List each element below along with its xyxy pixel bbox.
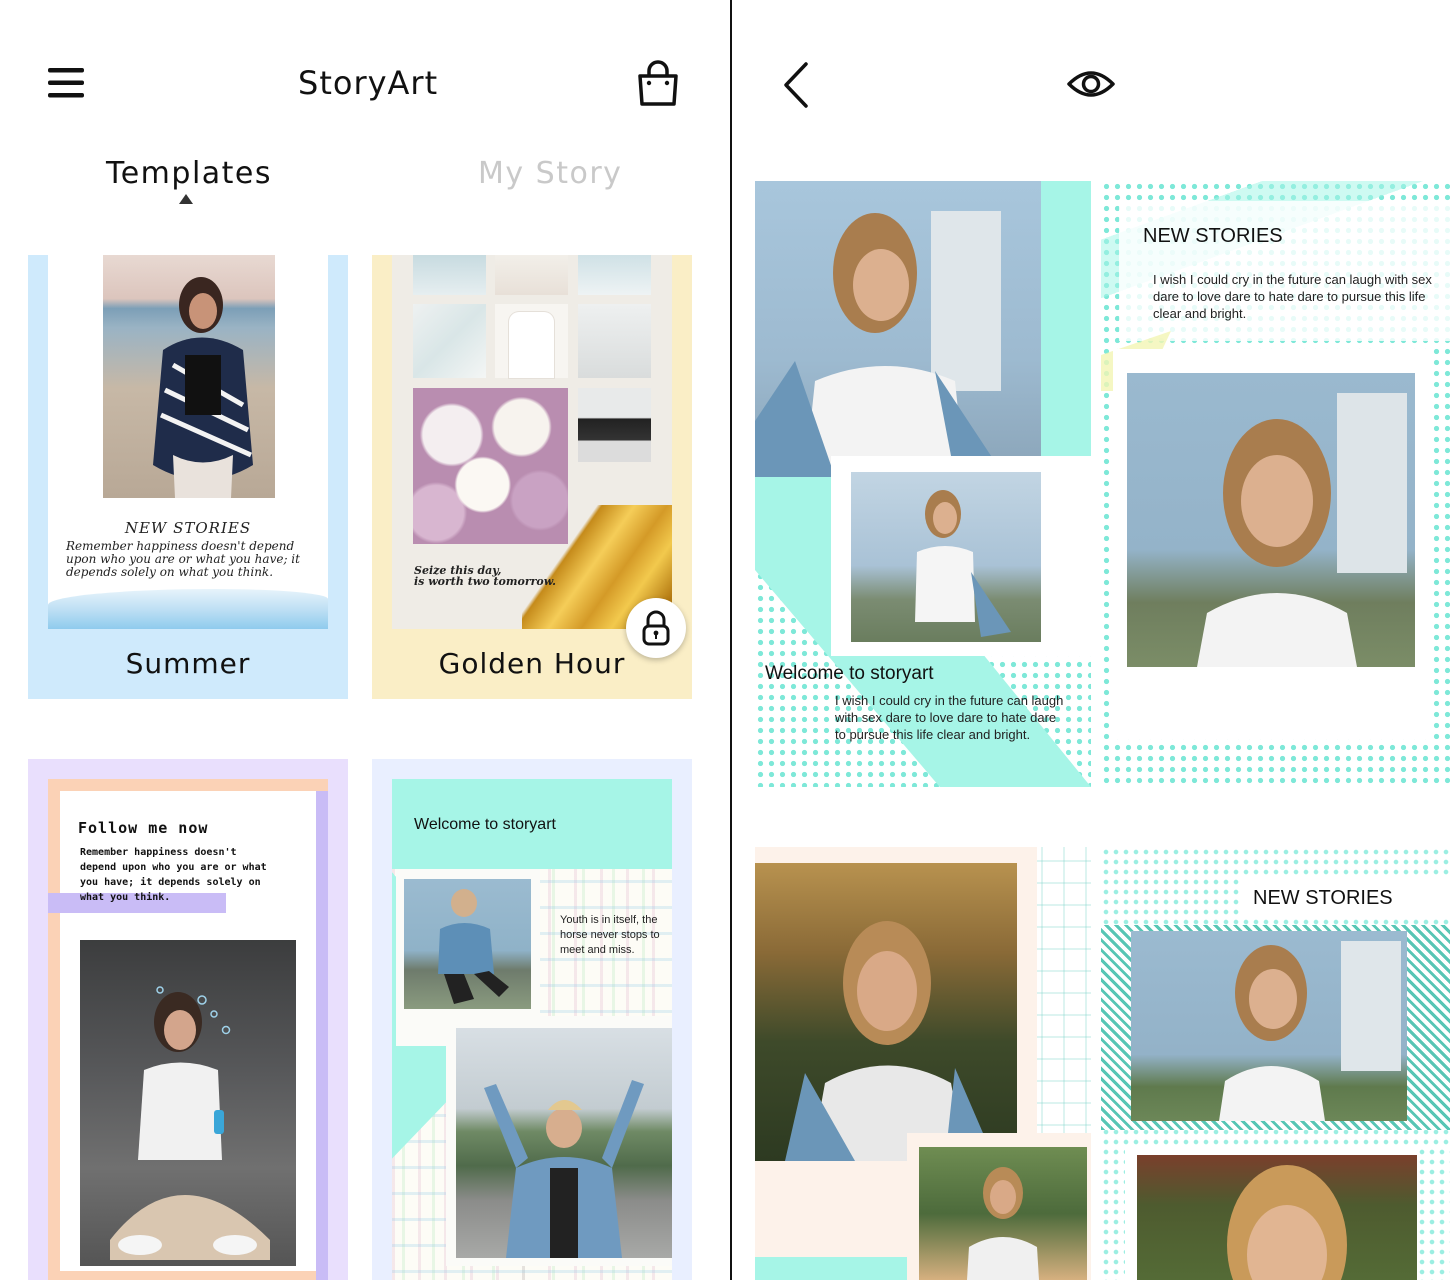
lock-icon[interactable] xyxy=(626,598,686,658)
preview-panel: Follow me now Remember happiness doesn't… xyxy=(48,791,316,1271)
grid-photo-3 xyxy=(578,255,651,295)
preview-card-new-stories-2[interactable]: NEW STORIES xyxy=(1101,847,1450,1280)
beach-woman-photo xyxy=(103,255,275,498)
grid-photo-7 xyxy=(578,388,651,462)
woman-white-top-photo xyxy=(1131,931,1407,1121)
wave-decoration xyxy=(48,589,328,629)
body-line-2: horse never stops to xyxy=(560,929,660,941)
card-heading: NEW STORIES xyxy=(124,519,252,537)
body-line-2: depend upon who you are or what xyxy=(80,862,267,873)
shopping-bag-icon[interactable] xyxy=(636,60,680,108)
photo-frame-2 xyxy=(446,1016,672,1266)
card-heading: NEW STORIES xyxy=(1143,225,1283,247)
card-preview: Welcome to storyart Youth is in itself, … xyxy=(392,779,672,1280)
mint-corner xyxy=(755,1257,907,1280)
preview-card-welcome[interactable]: Welcome to storyart I wish I could cry i… xyxy=(755,181,1091,787)
grid-photo-1 xyxy=(413,255,486,295)
body-line-3: clear and bright. xyxy=(1153,306,1247,321)
body-line-1: I wish I could cry in the future can lau… xyxy=(835,693,1064,708)
woman-closeup-photo xyxy=(1137,1155,1417,1280)
woman-photo-small xyxy=(851,472,1041,642)
tab-my-story[interactable]: My Story xyxy=(478,156,622,191)
body-line-2: dare to love dare to hate dare to pursue… xyxy=(1153,289,1426,304)
bubbles-photo xyxy=(80,940,296,1266)
woman-portrait-photo xyxy=(1127,373,1415,667)
inner-photo-frame xyxy=(831,456,1091,656)
preview-card-new-stories[interactable]: NEW STORIES I wish I could cry in the fu… xyxy=(1101,181,1450,787)
card-heading: Welcome to storyart xyxy=(414,816,556,833)
template-label: Summer xyxy=(125,647,251,680)
back-chevron-icon[interactable] xyxy=(780,60,812,110)
app-title: StoryArt xyxy=(298,64,439,102)
body-line-1: Youth is in itself, the xyxy=(560,914,658,926)
card-preview: Seize this day, is worth two tomorrow. xyxy=(392,255,672,629)
preview-stripe xyxy=(316,791,328,1280)
template-card-summer[interactable]: NEW STORIES Remember happiness doesn't d… xyxy=(28,255,348,699)
woman-garden-photo xyxy=(755,863,1017,1161)
boy-jacket-photo xyxy=(404,879,531,1009)
grid-photo-4 xyxy=(413,304,486,378)
card-heading: Welcome to storyart xyxy=(765,663,934,684)
body-line-1: Remember happiness doesn't xyxy=(80,847,237,858)
templates-screen: StoryArt Templates My Story NEW STORIES … xyxy=(0,0,730,1280)
dots-right-edge xyxy=(1417,1147,1450,1280)
body-line-4: what you think. xyxy=(80,892,171,903)
grid-photo-5 xyxy=(495,304,568,378)
card-preview: NEW STORIES Remember happiness doesn't d… xyxy=(48,255,328,629)
card-preview: Follow me now Remember happiness doesn't… xyxy=(48,779,328,1280)
mint-block-top xyxy=(1035,181,1091,461)
tab-templates[interactable]: Templates xyxy=(106,156,272,191)
card-heading: Follow me now xyxy=(78,819,209,837)
body-line-3: you have; it depends solely on xyxy=(80,877,261,888)
grid-photo-6 xyxy=(578,304,651,378)
inner-frame xyxy=(907,1133,1091,1280)
body-line-3: to pursue this life clear and bright. xyxy=(835,727,1031,742)
grid-photo-2 xyxy=(495,255,568,295)
menu-icon[interactable] xyxy=(46,66,86,100)
lower-photo-frame xyxy=(1125,1147,1450,1280)
boy-cheering-photo xyxy=(456,1028,672,1258)
caption-line-2: is worth two tomorrow. xyxy=(414,575,556,588)
body-line-1: I wish I could cry in the future can lau… xyxy=(1153,272,1432,287)
body-line-2: with sex dare to love dare to hate dare xyxy=(835,710,1057,725)
active-tab-indicator xyxy=(179,194,193,204)
preview-screen: Welcome to storyart I wish I could cry i… xyxy=(732,0,1450,1280)
preview-card-garden[interactable] xyxy=(755,847,1091,1280)
body-line-3: meet and miss. xyxy=(560,944,635,956)
eye-icon[interactable] xyxy=(1066,66,1116,102)
template-card-welcome[interactable]: Welcome to storyart Youth is in itself, … xyxy=(372,759,692,1280)
woman-small-photo xyxy=(919,1147,1087,1280)
template-card-follow[interactable]: Follow me now Remember happiness doesn't… xyxy=(28,759,348,1280)
card-body-text: Remember happiness doesn't depend upon w… xyxy=(66,539,300,579)
woman-denim-photo xyxy=(755,181,1041,477)
photo-frame xyxy=(1113,349,1431,739)
card-heading: NEW STORIES xyxy=(1253,887,1393,909)
